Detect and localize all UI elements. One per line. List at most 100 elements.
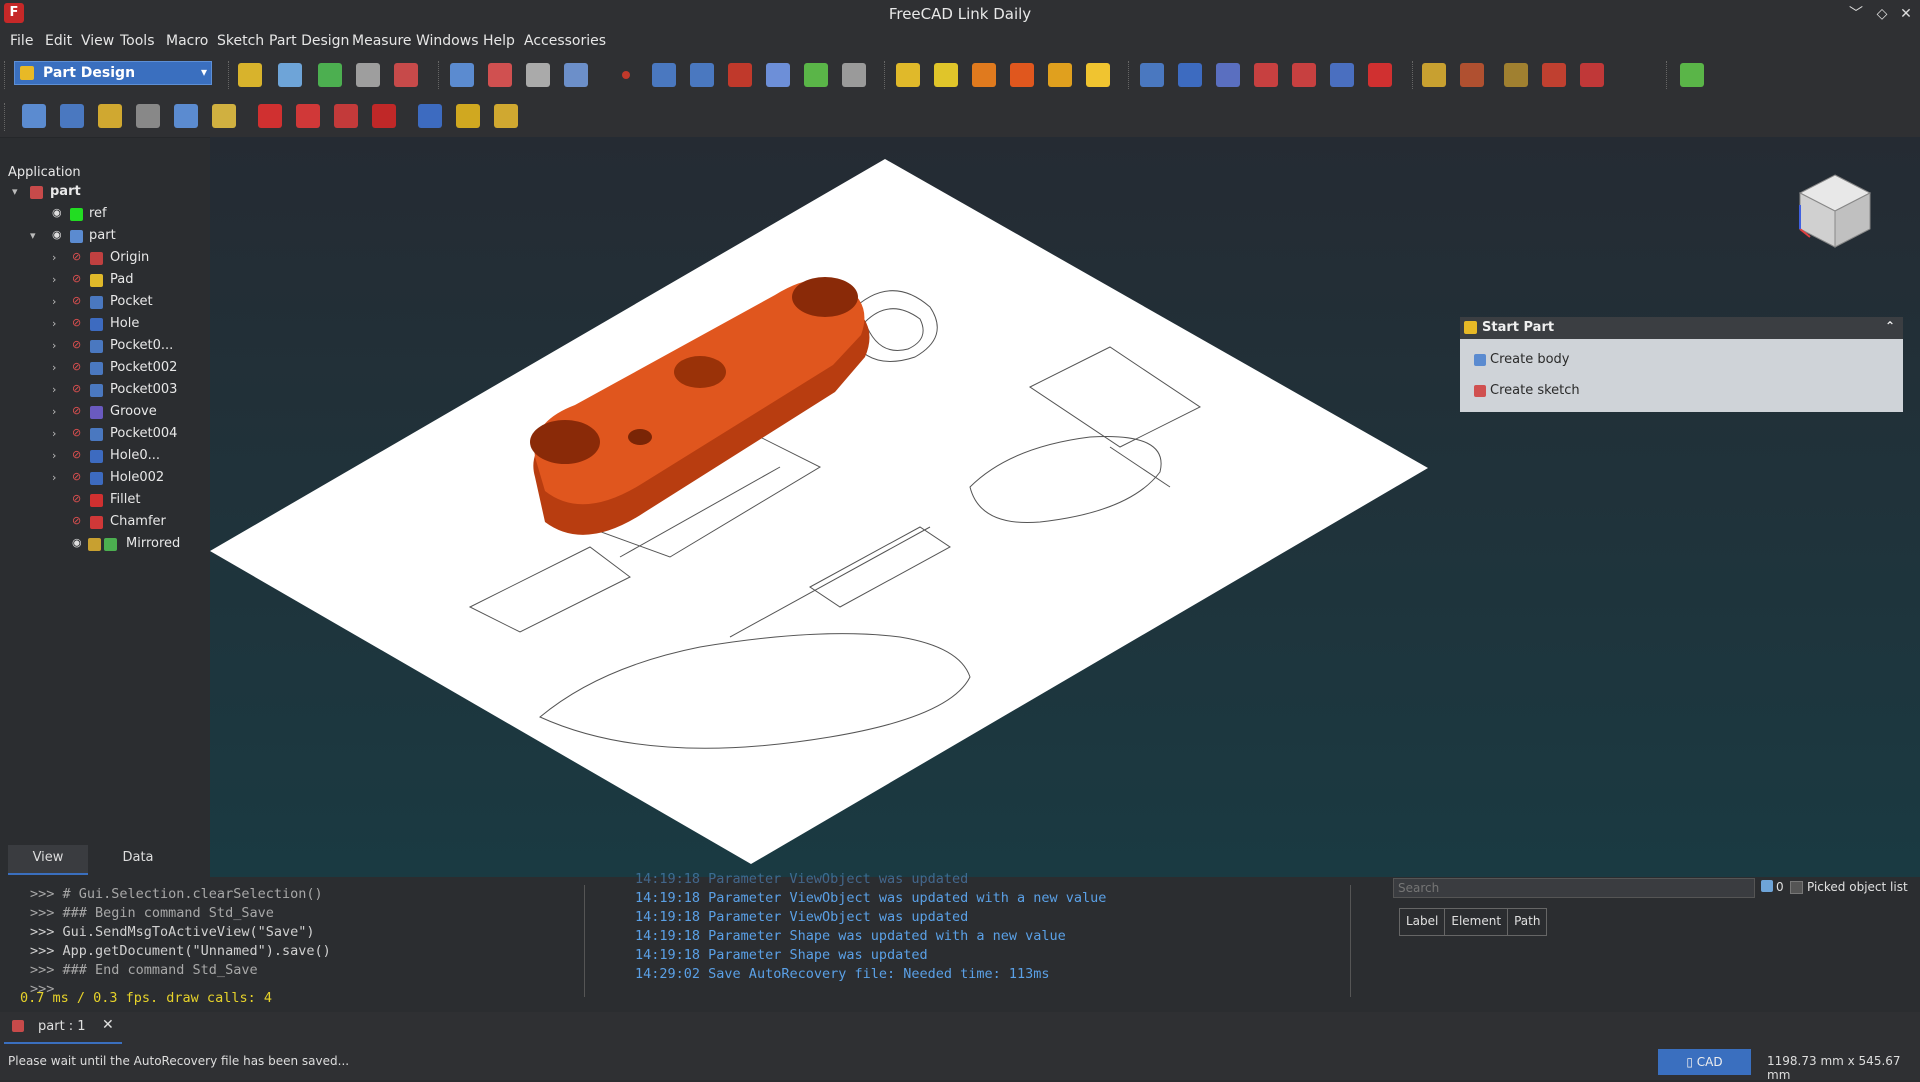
chevron-right-icon[interactable]: ›: [52, 383, 56, 396]
eye-hidden-icon[interactable]: ⊘: [72, 316, 81, 329]
shape-binder-icon[interactable]: [766, 63, 790, 87]
eye-hidden-icon[interactable]: ⊘: [72, 250, 81, 263]
close-icon[interactable]: ✕: [1896, 4, 1916, 24]
chevron-down-icon[interactable]: ▾: [12, 185, 18, 198]
column-path[interactable]: Path: [1508, 909, 1546, 935]
datum-plane-icon[interactable]: [690, 63, 714, 87]
workbench-selector[interactable]: Part Design ▾: [14, 61, 212, 85]
export-icon[interactable]: [526, 63, 550, 87]
menu-windows[interactable]: Windows: [416, 33, 479, 49]
report-view[interactable]: 14:19:18 Parameter ViewObject was update…: [620, 871, 1361, 1007]
additive-pipe-icon[interactable]: [1010, 63, 1034, 87]
eye-icon[interactable]: ◉: [52, 228, 62, 241]
chevron-down-icon[interactable]: ▾: [30, 229, 36, 242]
picked-object-checkbox[interactable]: [1790, 881, 1803, 894]
menu-view[interactable]: View: [81, 33, 114, 49]
additive-box-icon[interactable]: [1086, 63, 1110, 87]
hole-icon[interactable]: [1178, 63, 1202, 87]
involute-gear-icon[interactable]: [494, 104, 518, 128]
eye-hidden-icon[interactable]: ⊘: [72, 448, 81, 461]
subshape-binder-icon[interactable]: [804, 63, 828, 87]
eye-hidden-icon[interactable]: ⊘: [72, 272, 81, 285]
restore-icon[interactable]: ◇: [1872, 4, 1892, 24]
datum-line-icon[interactable]: [652, 63, 676, 87]
chevron-right-icon[interactable]: ›: [52, 427, 56, 440]
text-sketch-icon[interactable]: [136, 104, 160, 128]
save-as-icon[interactable]: [356, 63, 380, 87]
sketch-on-face-icon[interactable]: [22, 104, 46, 128]
save-icon[interactable]: [318, 63, 342, 87]
menu-tools[interactable]: Tools: [120, 33, 155, 49]
mirror-sketch-icon[interactable]: [212, 104, 236, 128]
clear-selection-icon[interactable]: [1761, 880, 1773, 892]
chevron-right-icon[interactable]: ›: [52, 449, 56, 462]
new-document-icon[interactable]: [238, 63, 262, 87]
revolution-icon[interactable]: [934, 63, 958, 87]
datum-point-icon[interactable]: [622, 71, 630, 79]
column-label[interactable]: Label: [1400, 909, 1446, 935]
merge-sketches-icon[interactable]: [174, 104, 198, 128]
chevron-right-icon[interactable]: ›: [52, 339, 56, 352]
eye-icon[interactable]: ◉: [72, 536, 82, 549]
menu-help[interactable]: Help: [483, 33, 515, 49]
eye-hidden-icon[interactable]: ⊘: [72, 492, 81, 505]
chevron-right-icon[interactable]: ›: [52, 405, 56, 418]
eye-hidden-icon[interactable]: ⊘: [72, 470, 81, 483]
thickness-icon[interactable]: [372, 104, 396, 128]
menu-file[interactable]: File: [10, 33, 33, 49]
chamfer-icon[interactable]: [296, 104, 320, 128]
model-view[interactable]: [210, 137, 1920, 877]
tab-view[interactable]: View: [8, 845, 88, 875]
chevron-right-icon[interactable]: ›: [52, 471, 56, 484]
pad-icon[interactable]: [896, 63, 920, 87]
mirrored-icon[interactable]: [1422, 63, 1446, 87]
menu-edit[interactable]: Edit: [45, 33, 72, 49]
column-element[interactable]: Element: [1445, 909, 1509, 935]
pocket-icon[interactable]: [1140, 63, 1164, 87]
chevron-right-icon[interactable]: ›: [52, 251, 56, 264]
menu-accessories[interactable]: Accessories: [524, 33, 606, 49]
link-icon[interactable]: [450, 63, 474, 87]
menu-measure[interactable]: Measure: [352, 33, 412, 49]
migrate-icon[interactable]: [1680, 63, 1704, 87]
additive-helix-icon[interactable]: [1048, 63, 1072, 87]
eye-hidden-icon[interactable]: ⊘: [72, 514, 81, 527]
close-tab-icon[interactable]: ✕: [102, 1017, 114, 1033]
report-scrollbar[interactable]: [1350, 885, 1361, 997]
sprocket-icon[interactable]: [456, 104, 480, 128]
local-cs-icon[interactable]: [728, 63, 752, 87]
link-import-icon[interactable]: [488, 63, 512, 87]
subtractive-pipe-icon[interactable]: [1292, 63, 1316, 87]
subtractive-helix-icon[interactable]: [1330, 63, 1354, 87]
3d-viewport[interactable]: [210, 137, 1920, 877]
clone-icon[interactable]: [842, 63, 866, 87]
eye-hidden-icon[interactable]: ⊘: [72, 294, 81, 307]
linear-pattern-icon[interactable]: [1460, 63, 1484, 87]
subtractive-box-icon[interactable]: [1368, 63, 1392, 87]
toolbar-handle[interactable]: [4, 61, 7, 89]
validate-sketch-icon[interactable]: [98, 104, 122, 128]
draft-icon[interactable]: [334, 104, 358, 128]
eye-hidden-icon[interactable]: ⊘: [72, 382, 81, 395]
fillet-icon[interactable]: [258, 104, 282, 128]
attach-sketch-icon[interactable]: [60, 104, 84, 128]
groove-icon[interactable]: [1216, 63, 1240, 87]
multitransform-icon[interactable]: [1580, 63, 1604, 87]
minimize-icon[interactable]: ﹀: [1846, 4, 1866, 24]
eye-hidden-icon[interactable]: ⊘: [72, 338, 81, 351]
python-console[interactable]: >>> # Gui.Selection.clearSelection() >>>…: [8, 877, 600, 1007]
scaled-icon[interactable]: [1542, 63, 1566, 87]
search-input[interactable]: [1393, 878, 1755, 898]
boolean-icon[interactable]: [418, 104, 442, 128]
additive-loft-icon[interactable]: [972, 63, 996, 87]
chevron-right-icon[interactable]: ›: [52, 273, 56, 286]
document-tab[interactable]: part : 1 ✕: [4, 1012, 122, 1044]
open-folder-icon[interactable]: [278, 63, 302, 87]
menu-sketch[interactable]: Sketch: [217, 33, 264, 49]
eye-hidden-icon[interactable]: ⊘: [72, 426, 81, 439]
navigation-cube[interactable]: [1790, 165, 1880, 255]
console-scrollbar[interactable]: [584, 885, 595, 997]
task-panel-header[interactable]: Start Part ⌃: [1460, 317, 1903, 339]
part-container-icon[interactable]: [564, 63, 588, 87]
navigation-style-button[interactable]: ▯ CAD: [1658, 1049, 1751, 1075]
